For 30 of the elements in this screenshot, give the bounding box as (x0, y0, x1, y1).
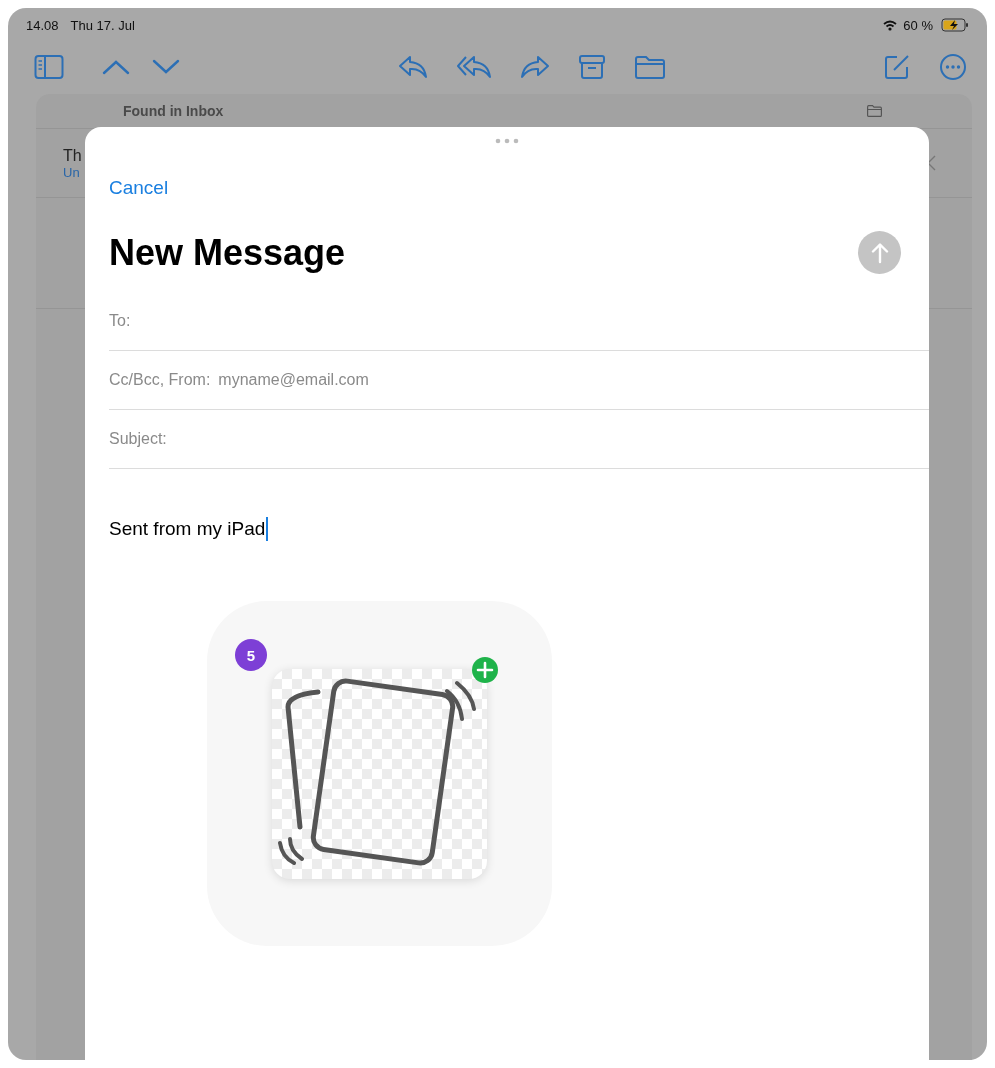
field-label: Cc/Bcc, From: (109, 371, 211, 389)
sheet-title: New Message (109, 231, 346, 274)
field-value[interactable]: myname@email.com (218, 371, 369, 389)
chevron-up-icon[interactable] (102, 59, 130, 75)
field-label: Subject: (109, 430, 167, 448)
reply-icon[interactable] (397, 54, 428, 80)
reply-all-icon[interactable] (455, 54, 492, 80)
text-cursor (266, 517, 269, 541)
battery-percentage: 60 % (903, 17, 933, 33)
wifi-icon (883, 19, 898, 31)
charging-battery-icon (941, 18, 969, 32)
folder-icon (867, 105, 882, 117)
drag-handle-icon[interactable] (495, 138, 519, 144)
cancel-button[interactable]: Cancel (109, 177, 169, 199)
field-label: To: (109, 312, 131, 330)
chevron-down-icon[interactable] (152, 59, 180, 75)
message-title: Th (63, 146, 82, 165)
message-subtitle: Un (63, 164, 81, 180)
folder-icon[interactable] (633, 54, 666, 80)
message-body[interactable]: Sent from my iPad (109, 518, 266, 540)
more-icon[interactable] (939, 53, 967, 81)
sidebar-icon[interactable] (34, 54, 64, 80)
archive-icon[interactable] (577, 54, 606, 80)
search-scope-label: Found in Inbox (123, 103, 224, 119)
status-time: 14.08 (26, 17, 59, 33)
arrow-up-icon (869, 241, 890, 264)
compose-icon[interactable] (883, 53, 911, 81)
forward-icon[interactable] (519, 54, 550, 80)
status-date: Thu 17. Jul (70, 17, 135, 33)
item-count-badge: 5 (235, 639, 267, 671)
